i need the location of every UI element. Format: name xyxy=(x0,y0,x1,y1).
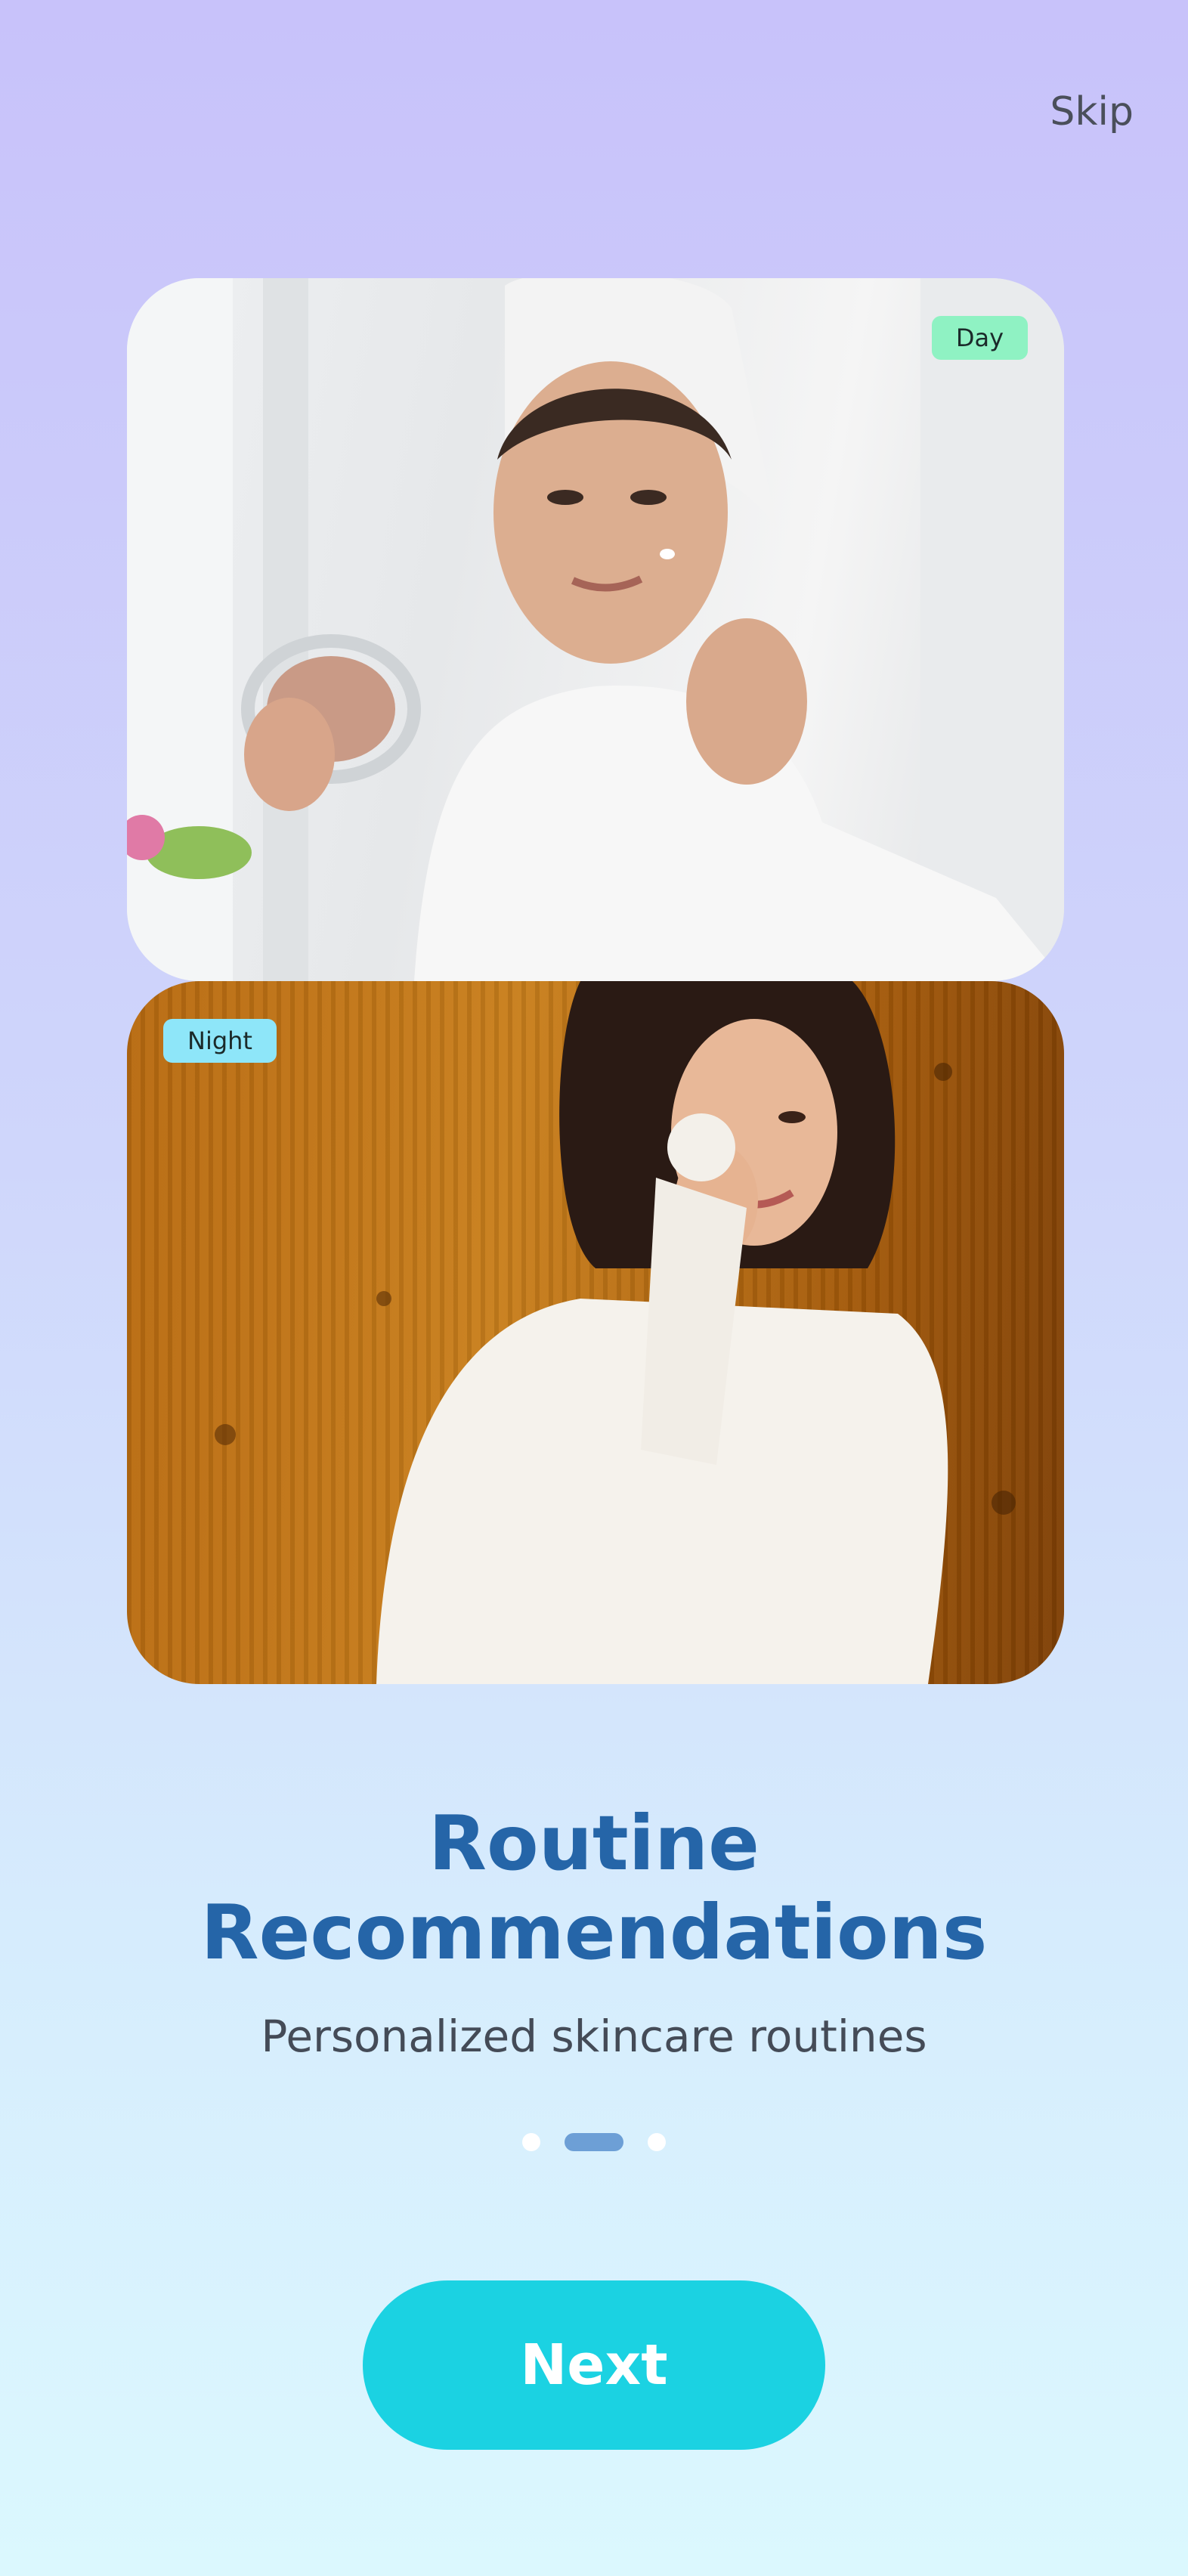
day-photo-illustration xyxy=(127,278,1064,981)
page-subtitle: Personalized skincare routines xyxy=(261,2011,927,2062)
next-button[interactable]: Next xyxy=(363,2280,825,2450)
pagination-dot-1[interactable] xyxy=(522,2133,540,2151)
night-photo-illustration xyxy=(215,981,1016,1684)
skip-button[interactable]: Skip xyxy=(1050,89,1134,135)
pagination-indicator xyxy=(0,2133,1188,2151)
pagination-dot-2-active[interactable] xyxy=(565,2133,623,2151)
page-title: Routine Recommendations xyxy=(0,1799,1188,1977)
page-title-line-2: Recommendations xyxy=(200,1888,988,1977)
night-routine-photo: Night xyxy=(127,981,1064,1684)
day-routine-photo: Day xyxy=(127,278,1064,981)
night-tag: Night xyxy=(163,1019,277,1063)
routine-photo-stack: Day Night xyxy=(127,278,1064,1684)
page-title-line-1: Routine xyxy=(428,1799,760,1887)
pagination-dot-3[interactable] xyxy=(648,2133,666,2151)
day-tag: Day xyxy=(931,316,1028,360)
